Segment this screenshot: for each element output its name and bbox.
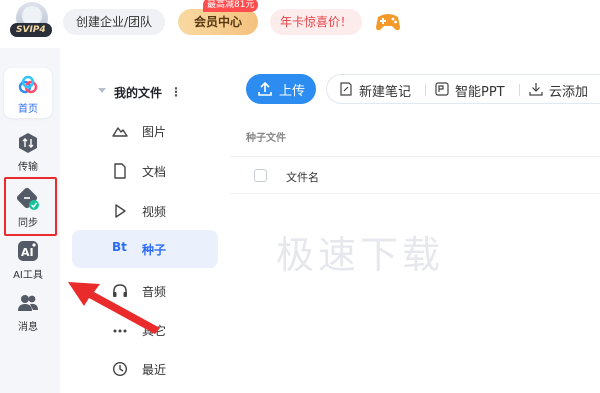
select-all-checkbox[interactable]	[254, 169, 267, 182]
vip-center-button[interactable]: 会员中心	[178, 9, 258, 35]
smart-ppt-label: 智能PPT	[455, 85, 505, 100]
rail-item-messages[interactable]: 消息	[0, 288, 56, 344]
cloud-add-label: 云添加	[549, 85, 589, 100]
cloud-logo-icon	[18, 75, 38, 94]
category-label: 视频	[142, 205, 167, 219]
toolbar-divider	[519, 84, 520, 96]
rail-label-home: 首页	[18, 104, 38, 115]
ai-tool-icon: AI	[18, 241, 38, 261]
people-icon	[18, 295, 38, 311]
upload-label: 上传	[279, 84, 306, 99]
bt-icon: Bt	[112, 240, 127, 254]
rail-item-ai-tools[interactable]: AI AI工具	[0, 236, 56, 292]
category-item-video[interactable]: 视频	[72, 192, 218, 230]
mountain-icon	[112, 127, 128, 137]
file-category-panel: 我的文件 ⋮ 图片 文档 视频 Bt 种子 音频 其它	[60, 48, 230, 393]
document-icon	[114, 163, 126, 179]
category-item-torrent[interactable]: Bt 种子	[72, 230, 218, 268]
gamepad-icon[interactable]	[374, 11, 402, 33]
svip-badge: SVIP4	[10, 23, 52, 37]
toolbar: 新建笔记 智能PPT 云添加	[326, 74, 600, 104]
rail-item-home[interactable]: 首页	[0, 68, 56, 126]
note-edit-icon	[340, 82, 352, 96]
red-arrow-annotation	[68, 282, 160, 334]
ai-tools-highlight-box	[4, 177, 57, 236]
rail-item-transfer[interactable]: 传输	[0, 128, 56, 184]
category-item-recent[interactable]: 最近	[72, 350, 218, 388]
upload-button[interactable]: 上传	[246, 74, 316, 104]
column-header-filename[interactable]: 文件名	[286, 169, 319, 185]
toolbar-divider	[425, 84, 426, 96]
more-vertical-icon[interactable]: ⋮	[170, 85, 182, 99]
ppt-icon	[435, 82, 449, 96]
category-label: 图片	[142, 125, 167, 139]
clock-icon	[112, 361, 128, 377]
rail-label-ai-tools: AI工具	[13, 270, 43, 281]
create-team-button[interactable]: 创建企业/团队	[63, 9, 165, 35]
download-icon	[529, 83, 543, 96]
category-item-images[interactable]: 图片	[72, 112, 218, 150]
upload-icon	[258, 81, 272, 96]
category-label: 最近	[142, 363, 167, 377]
category-label: 文档	[142, 165, 167, 179]
svg-text:AI: AI	[21, 246, 34, 259]
watermark-text: 极速下载	[276, 233, 445, 277]
main-content: 上传 新建笔记 智能PPT 云添加 种子文件 文件名 极速下载	[230, 48, 600, 393]
top-bar: SVIP4 创建企业/团队 会员中心 最高减81元 年卡惊喜价！	[0, 0, 600, 48]
rail-label-messages: 消息	[18, 322, 38, 333]
category-item-docs[interactable]: 文档	[72, 152, 218, 190]
vip-discount-badge: 最高减81元	[203, 0, 259, 12]
divider	[230, 193, 600, 194]
transfer-icon	[19, 133, 37, 153]
breadcrumb: 种子文件	[246, 133, 286, 144]
year-card-button[interactable]: 年卡惊喜价！	[270, 9, 362, 35]
divider	[230, 156, 600, 157]
my-files-header[interactable]: 我的文件	[114, 84, 162, 101]
category-label: 种子	[142, 243, 167, 257]
play-icon	[115, 204, 126, 218]
collapse-arrow-icon[interactable]	[98, 88, 106, 93]
new-note-label: 新建笔记	[359, 85, 412, 100]
rail-label-transfer: 传输	[18, 162, 38, 173]
